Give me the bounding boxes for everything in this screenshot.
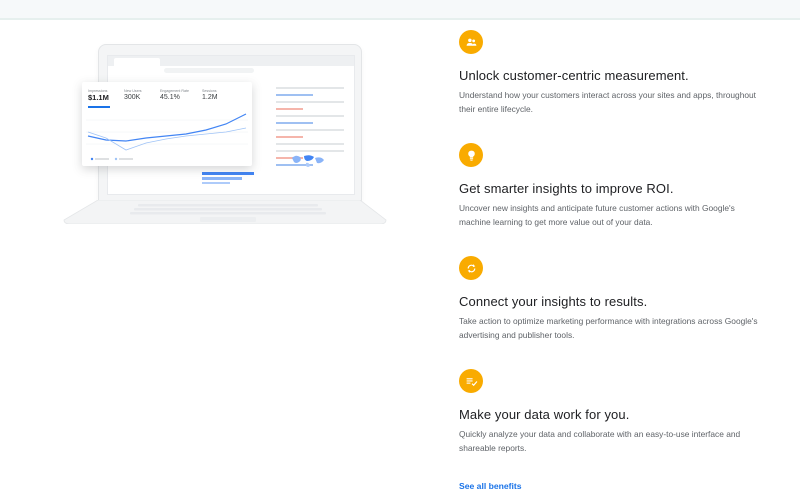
people-icon <box>459 30 483 54</box>
metric-value: $1.1M <box>88 93 109 102</box>
benefit-item: Connect your insights to results. Take a… <box>459 256 779 340</box>
metric-impressions: Impressions $1.1M <box>88 89 109 102</box>
benefit-description: Take action to optimize marketing perfor… <box>459 316 758 340</box>
world-map-graphic <box>292 155 324 167</box>
benefit-title: Make your data work for you. <box>459 407 630 422</box>
trend-line-graphic <box>86 113 248 151</box>
benefit-title: Unlock customer-centric measurement. <box>459 68 689 83</box>
benefit-title: Connect your insights to results. <box>459 294 648 309</box>
benefit-item: Get smarter insights to improve ROI. Unc… <box>459 143 779 227</box>
benefit-item: Make your data work for you. Quickly ana… <box>459 369 779 453</box>
browser-tab-bar <box>108 56 354 66</box>
benefit-description: Understand how your customers interact a… <box>459 90 757 114</box>
metric-sessions: Sessions 1.2M <box>202 89 218 102</box>
see-all-benefits-link[interactable]: See all benefits <box>459 481 522 491</box>
browser-url-bar <box>164 68 254 73</box>
benefit-description: Uncover new insights and anticipate futu… <box>459 203 735 227</box>
metric-value: 300K <box>124 94 141 101</box>
bar-strip-graphic <box>202 172 254 184</box>
benefit-title: Get smarter insights to improve ROI. <box>459 181 674 196</box>
laptop-illustration: Impressions $1.1M New Users 300K Engagem… <box>60 44 390 264</box>
laptop-keyboard-base <box>63 200 387 224</box>
lightbulb-icon <box>459 143 483 167</box>
metric-tab-indicator <box>88 106 110 108</box>
metric-engagement: Engagement Rate 45.1% <box>160 89 189 102</box>
metric-value: 45.1% <box>160 94 180 101</box>
top-band <box>0 0 800 20</box>
checklist-icon <box>459 369 483 393</box>
metric-value: 1.2M <box>202 94 218 101</box>
sync-icon <box>459 256 483 280</box>
benefit-description: Quickly analyze your data and collaborat… <box>459 429 741 453</box>
benefit-item: Unlock customer-centric measurement. Und… <box>459 30 779 114</box>
chart-legend-graphic <box>90 157 133 161</box>
metrics-card: Impressions $1.1M New Users 300K Engagem… <box>82 82 252 166</box>
metric-new-users: New Users 300K <box>124 89 142 102</box>
